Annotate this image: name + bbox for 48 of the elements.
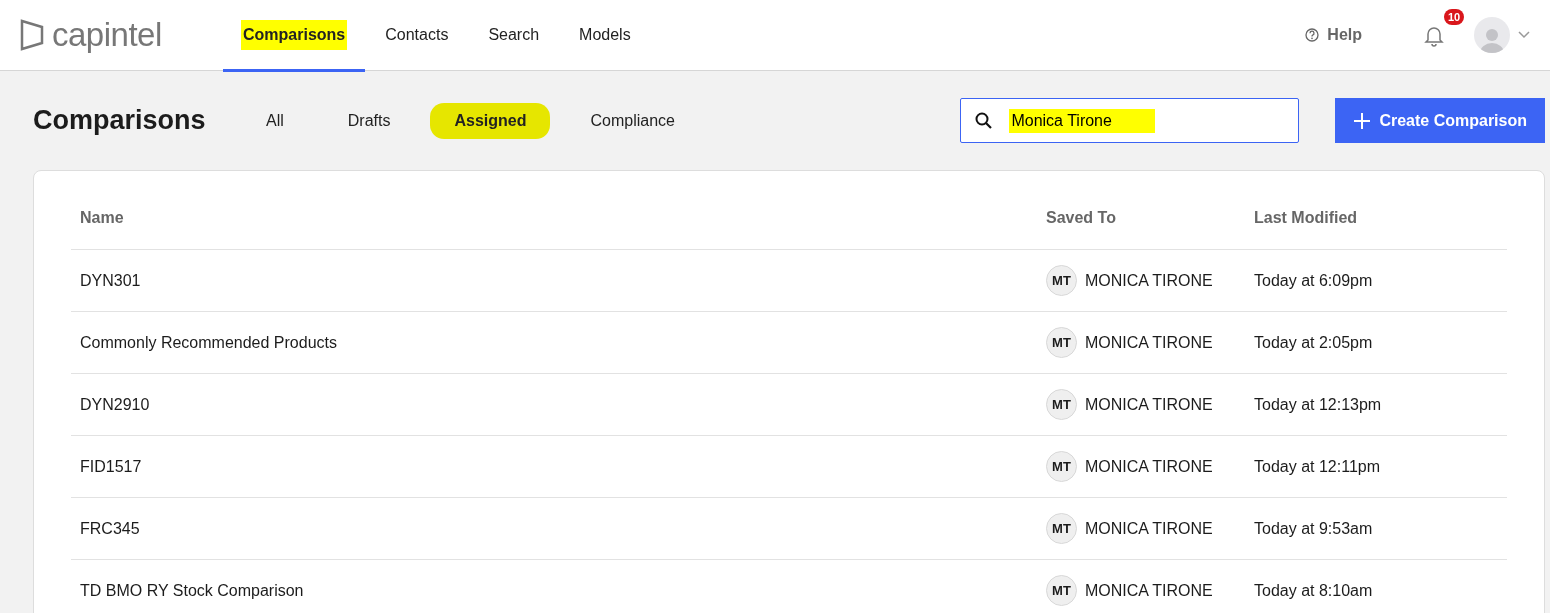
comparison-name: Commonly Recommended Products: [80, 333, 337, 351]
help-link[interactable]: Help: [1305, 23, 1362, 47]
column-header: Name: [80, 209, 124, 226]
owner-name: MONICA TIRONE: [1085, 518, 1213, 539]
search-icon: [975, 111, 994, 130]
modified-time: Today at 2:05pm: [1254, 333, 1373, 351]
modified-time: Today at 12:11pm: [1254, 457, 1380, 475]
plus-icon: [1353, 111, 1372, 130]
modified-time: Today at 12:13pm: [1254, 395, 1382, 413]
nav-link[interactable]: Search: [468, 1, 560, 72]
initials-avatar: MT: [1046, 513, 1077, 544]
initials-avatar: MT: [1046, 389, 1077, 420]
filter-tab[interactable]: Drafts: [323, 102, 415, 139]
modified-time: Today at 6:09pm: [1254, 271, 1373, 289]
modified-time: Today at 9:53am: [1254, 519, 1373, 537]
comparison-name: FID1517: [80, 457, 142, 475]
comparison-name: FRC345: [80, 519, 140, 537]
comparison-name: DYN2910: [80, 395, 150, 413]
filter-tab[interactable]: All: [242, 102, 308, 139]
initials-avatar: MT: [1046, 451, 1077, 482]
owner-name: MONICA TIRONE: [1085, 394, 1213, 415]
avatar-icon[interactable]: [1474, 17, 1510, 53]
column-header: Last Modified: [1254, 209, 1358, 226]
modified-time: Today at 8:10am: [1254, 581, 1373, 599]
initials-avatar: MT: [1046, 265, 1077, 296]
chevron-down-icon[interactable]: [1518, 31, 1530, 39]
page-title: Comparisons: [33, 104, 207, 137]
filter-tab[interactable]: Assigned: [430, 102, 551, 139]
filter-tab[interactable]: Compliance: [566, 102, 699, 139]
owner-name: MONICA TIRONE: [1085, 332, 1213, 353]
brand-name: capintel: [52, 15, 162, 56]
initials-avatar: MT: [1046, 327, 1077, 358]
notification-bell-icon[interactable]: [1424, 24, 1444, 47]
comparison-name: TD BMO RY Stock Comparison: [80, 581, 304, 599]
create-comparison-button[interactable]: Create Comparison: [1335, 98, 1545, 143]
logo-icon: [20, 19, 44, 51]
owner-name: MONICA TIRONE: [1085, 580, 1213, 601]
notification-count: 10: [1444, 9, 1465, 25]
owner-name: MONICA TIRONE: [1085, 270, 1213, 291]
search-input[interactable]: Monica Tirone: [1009, 108, 1156, 133]
nav-link[interactable]: Comparisons: [223, 1, 366, 72]
column-header: Saved To: [1046, 209, 1116, 226]
comparison-name: DYN301: [80, 271, 141, 289]
nav-link[interactable]: Models: [559, 1, 651, 72]
owner-name: MONICA TIRONE: [1085, 456, 1213, 477]
help-icon: [1305, 28, 1320, 42]
nav-link[interactable]: Contacts: [365, 1, 469, 72]
initials-avatar: MT: [1046, 575, 1077, 606]
